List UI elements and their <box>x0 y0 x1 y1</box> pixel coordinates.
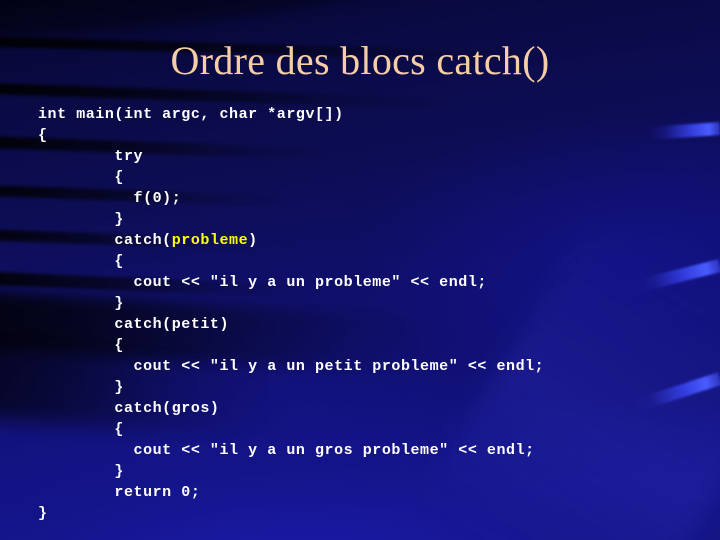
code-token: cout << "il y a un gros probleme" << end… <box>38 442 535 459</box>
code-token: } <box>38 463 124 480</box>
code-token: } <box>38 211 124 228</box>
code-token: catch(petit) <box>38 316 230 333</box>
code-line: { <box>38 125 698 146</box>
code-line: { <box>38 419 698 440</box>
code-token: } <box>38 295 124 312</box>
code-token: return 0; <box>38 484 201 501</box>
code-line: } <box>38 461 698 482</box>
presentation-slide: Ordre des blocs catch() int main(int arg… <box>0 0 720 540</box>
code-line: return 0; <box>38 482 698 503</box>
code-token: catch( <box>38 232 172 249</box>
code-token: catch(gros) <box>38 400 220 417</box>
code-token: cout << "il y a un petit probleme" << en… <box>38 358 545 375</box>
code-token: { <box>38 337 124 354</box>
code-highlight-token: probleme <box>171 232 249 249</box>
code-token: } <box>38 505 48 522</box>
code-line: } <box>38 503 698 524</box>
code-line: } <box>38 293 698 314</box>
code-token: { <box>38 421 124 438</box>
code-token: { <box>38 127 48 144</box>
code-line: f(0); <box>38 188 698 209</box>
code-line: int main(int argc, char *argv[]) <box>38 104 698 125</box>
code-line: } <box>38 377 698 398</box>
slide-title: Ordre des blocs catch() <box>170 38 550 83</box>
code-line: cout << "il y a un probleme" << endl; <box>38 272 698 293</box>
code-line: catch(gros) <box>38 398 698 419</box>
code-line: cout << "il y a un gros probleme" << end… <box>38 440 698 461</box>
code-token: { <box>38 253 124 270</box>
code-line: { <box>38 167 698 188</box>
code-token: { <box>38 169 124 186</box>
code-token: cout << "il y a un probleme" << endl; <box>38 274 487 291</box>
code-block: int main(int argc, char *argv[]){ try { … <box>38 104 698 524</box>
code-line: catch(petit) <box>38 314 698 335</box>
code-line: { <box>38 251 698 272</box>
code-line: } <box>38 209 698 230</box>
code-line: catch(probleme) <box>38 230 698 251</box>
code-token: ) <box>248 232 258 249</box>
code-token: } <box>38 379 124 396</box>
code-token: f(0); <box>38 190 182 207</box>
code-line: try <box>38 146 698 167</box>
code-token: int main(int argc, char *argv[]) <box>38 106 344 123</box>
code-line: cout << "il y a un petit probleme" << en… <box>38 356 698 377</box>
code-line: { <box>38 335 698 356</box>
code-token: try <box>38 148 144 165</box>
